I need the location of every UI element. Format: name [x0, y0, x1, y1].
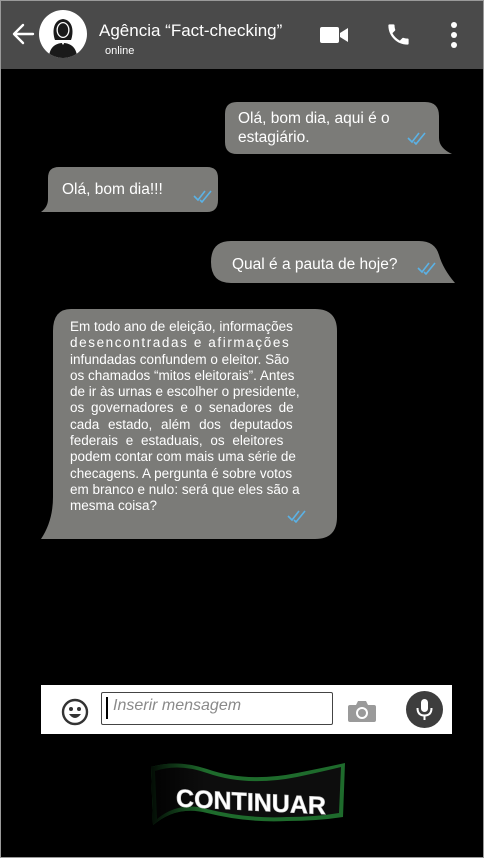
- avatar[interactable]: [39, 10, 87, 58]
- read-receipt-icon: [287, 510, 306, 523]
- message-line: Olá, bom dia!!!: [62, 181, 163, 198]
- message-line: os chamados “mitos eleitorais”. Antes: [70, 367, 295, 383]
- message-text: Em todo ano de eleição, informações dese…: [70, 319, 313, 515]
- message-bubble-incoming[interactable]: Olá, bom dia!!!: [39, 165, 221, 216]
- microphone-button[interactable]: [406, 691, 443, 728]
- message-line: de ir às urnas e escolher o presidente,: [70, 384, 300, 400]
- message-line: mesma coisa?: [70, 498, 158, 514]
- video-call-icon[interactable]: [319, 25, 349, 45]
- microphone-icon: [416, 699, 433, 720]
- message-text: Olá, bom dia!!!: [62, 180, 163, 199]
- message-bubble-outgoing[interactable]: Qual é a pauta de hoje?: [209, 239, 457, 285]
- message-input[interactable]: Inserir mensagem: [101, 692, 333, 725]
- back-arrow-icon[interactable]: [9, 19, 39, 49]
- message-line: Em todo ano de eleição, informações: [70, 319, 293, 334]
- more-options-icon[interactable]: [448, 21, 460, 49]
- message-composer: Inserir mensagem: [41, 685, 452, 734]
- message-line: desencontradas e afirmações: [70, 335, 291, 351]
- chat-header: Agência “Fact-checking” online: [1, 1, 483, 69]
- avatar-silhouette-icon: [49, 19, 77, 58]
- camera-icon[interactable]: [347, 699, 377, 723]
- message-text: Qual é a pauta de hoje?: [232, 255, 397, 274]
- read-receipt-icon: [417, 262, 436, 275]
- emoji-icon[interactable]: [61, 698, 89, 726]
- message-line: infundadas confundem o eleitor. São: [70, 351, 290, 367]
- message-input-placeholder: Inserir mensagem: [113, 697, 242, 714]
- message-line: os governadores e o senadores de: [70, 400, 294, 416]
- message-text: Olá, bom dia, aqui é o estagiário.: [238, 109, 428, 147]
- chat-screen: Agência “Fact-checking” online Olá, bom …: [0, 0, 484, 858]
- message-bubble-outgoing[interactable]: Olá, bom dia, aqui é o estagiário.: [223, 100, 455, 157]
- text-caret: [106, 697, 108, 719]
- message-line: cada estado, além dos deputados: [70, 416, 293, 432]
- read-receipt-icon: [407, 132, 426, 145]
- message-line: checagens. A pergunta é sobre votos: [70, 465, 293, 481]
- contact-status: online: [105, 45, 135, 57]
- message-line: em branco e nulo: será que eles são a: [70, 481, 300, 497]
- message-line: Qual é a pauta de hoje?: [232, 256, 398, 273]
- contact-name[interactable]: Agência “Fact-checking”: [99, 21, 282, 41]
- message-line: podem contar com mais uma série de: [70, 449, 296, 465]
- message-line: Olá, bom dia, aqui é o: [238, 110, 390, 127]
- read-receipt-icon: [193, 190, 212, 203]
- message-line: federais e estaduais, os eleitores: [70, 433, 284, 449]
- message-line: estagiário.: [238, 129, 310, 146]
- continue-button[interactable]: CONTINUAR: [147, 761, 347, 829]
- message-bubble-incoming[interactable]: Em todo ano de eleição, informações dese…: [39, 307, 341, 543]
- phone-icon[interactable]: [385, 21, 412, 48]
